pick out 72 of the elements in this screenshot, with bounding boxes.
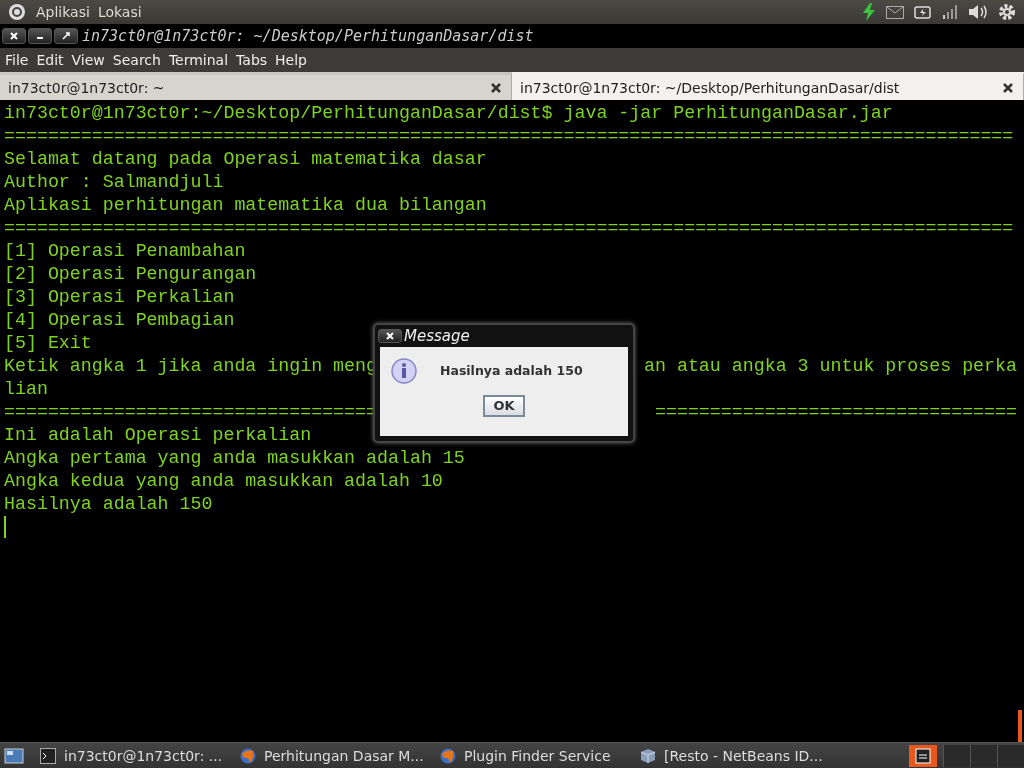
logo-icon[interactable]: [8, 3, 26, 21]
taskbar-item[interactable]: in73ct0r@1n73ct0r: ...: [32, 747, 224, 764]
terminal-line: Selamat datang pada Operasi matematika dasar: [4, 148, 487, 171]
taskbar-item[interactable]: Plugin Finder Service: [432, 747, 624, 764]
terminal-line: =================================: [654, 401, 1017, 424]
ok-button[interactable]: OK: [483, 395, 525, 417]
terminal-line: ============================================================================================: [4, 217, 1014, 240]
tab[interactable]: in73ct0r@1n73ct0r: ~/Desktop/PerhitunganDasar/dist: [512, 72, 1024, 100]
taskbar-item[interactable]: Perhitungan Dasar M...: [232, 747, 424, 764]
volume-icon[interactable]: [968, 4, 988, 20]
workspace-tile[interactable]: [943, 744, 970, 767]
arrow-icon: [62, 32, 70, 40]
window-icon[interactable]: [909, 744, 937, 767]
window-title: in73ct0r@1n73ct0r: ~/Desktop/PerhitunganDasar/dist: [82, 27, 534, 45]
mail-icon[interactable]: [886, 5, 904, 19]
menu-item[interactable]: Edit: [32, 52, 68, 68]
workspace-tile[interactable]: [970, 744, 997, 767]
terminal-line: Hasilnya adalah 150: [4, 493, 213, 516]
close-button[interactable]: [2, 28, 26, 44]
taskbar-label: [Resto - NetBeans ID...: [664, 747, 823, 764]
close-icon: [386, 332, 394, 340]
terminal-line: in73ct0r@1n73ct0r:~/Desktop/PerhitunganDasar/dist$ java -jar PerhitunganDasar.jar: [4, 102, 893, 125]
taskbar-label: in73ct0r@1n73ct0r: ...: [64, 747, 223, 764]
panel-menu[interactable]: Aplikasi: [36, 4, 90, 20]
terminal-line: Angka kedua yang anda masukkan adalah 10: [4, 470, 443, 493]
panel-menu[interactable]: Lokasi: [97, 4, 142, 20]
cube-icon: [640, 747, 656, 764]
menu-item[interactable]: Tabs: [232, 52, 272, 68]
terminal-line: ============================================================================================: [4, 125, 1014, 148]
restore-button[interactable]: [54, 28, 78, 44]
tab[interactable]: in73ct0r@1n73ct0r: ~: [0, 72, 512, 100]
terminal-line: lian: [4, 378, 48, 401]
close-icon[interactable]: [1003, 82, 1013, 93]
menu-item[interactable]: File: [1, 52, 33, 68]
close-button[interactable]: [378, 329, 402, 343]
terminal-line: an atau angka 3 untuk proses perka: [644, 355, 1017, 378]
terminal-line: Ini adalah Operasi perkalian: [4, 424, 312, 447]
tab-label: in73ct0r@1n73ct0r: ~: [8, 79, 165, 96]
menu-item[interactable]: View: [67, 52, 109, 68]
globe-icon: [240, 747, 256, 764]
terminal-line: [5] Exit: [4, 332, 92, 355]
text-cursor: [4, 516, 6, 538]
globe-icon: [440, 747, 456, 764]
taskbar-item[interactable]: [Resto - NetBeans ID...: [632, 747, 824, 764]
battery-icon[interactable]: [914, 5, 932, 19]
terminal-line: Aplikasi perhitungan matematika dua bilangan: [4, 194, 487, 217]
settings-icon[interactable]: [998, 3, 1016, 21]
info-icon: [390, 357, 418, 385]
terminal-line: Author : Salmandjuli: [4, 171, 224, 194]
signal-icon[interactable]: [942, 4, 958, 20]
show-desktop-icon[interactable]: [4, 747, 24, 764]
tab-label: in73ct0r@1n73ct0r: ~/Desktop/PerhitunganDasar/dist: [520, 79, 900, 96]
taskbar-label: Perhitungan Dasar M...: [264, 747, 424, 764]
menu-item[interactable]: Help: [271, 52, 311, 68]
minimize-button[interactable]: [28, 28, 52, 44]
terminal-line: ==================================: [4, 401, 377, 424]
close-icon[interactable]: [491, 82, 501, 93]
terminal-line: [2] Operasi Pengurangan: [4, 263, 257, 286]
terminal-line: [3] Operasi Perkalian: [4, 286, 235, 309]
menu-item[interactable]: Terminal: [164, 52, 233, 68]
dialog-message: Hasilnya adalah 150: [440, 363, 583, 379]
scrollbar-thumb[interactable]: [1018, 710, 1022, 742]
lightning-icon[interactable]: [862, 3, 876, 21]
close-icon: [10, 32, 18, 40]
terminal-line: [1] Operasi Penambahan: [4, 240, 246, 263]
workspace-tile[interactable]: [997, 744, 1024, 767]
terminal-icon: [40, 747, 56, 764]
terminal-line: [4] Operasi Pembagian: [4, 309, 235, 332]
taskbar-label: Plugin Finder Service: [464, 747, 611, 764]
dialog-title: Message: [404, 327, 470, 345]
menu-item[interactable]: Search: [108, 52, 165, 68]
terminal-line: Angka pertama yang anda masukkan adalah 15: [4, 447, 465, 470]
